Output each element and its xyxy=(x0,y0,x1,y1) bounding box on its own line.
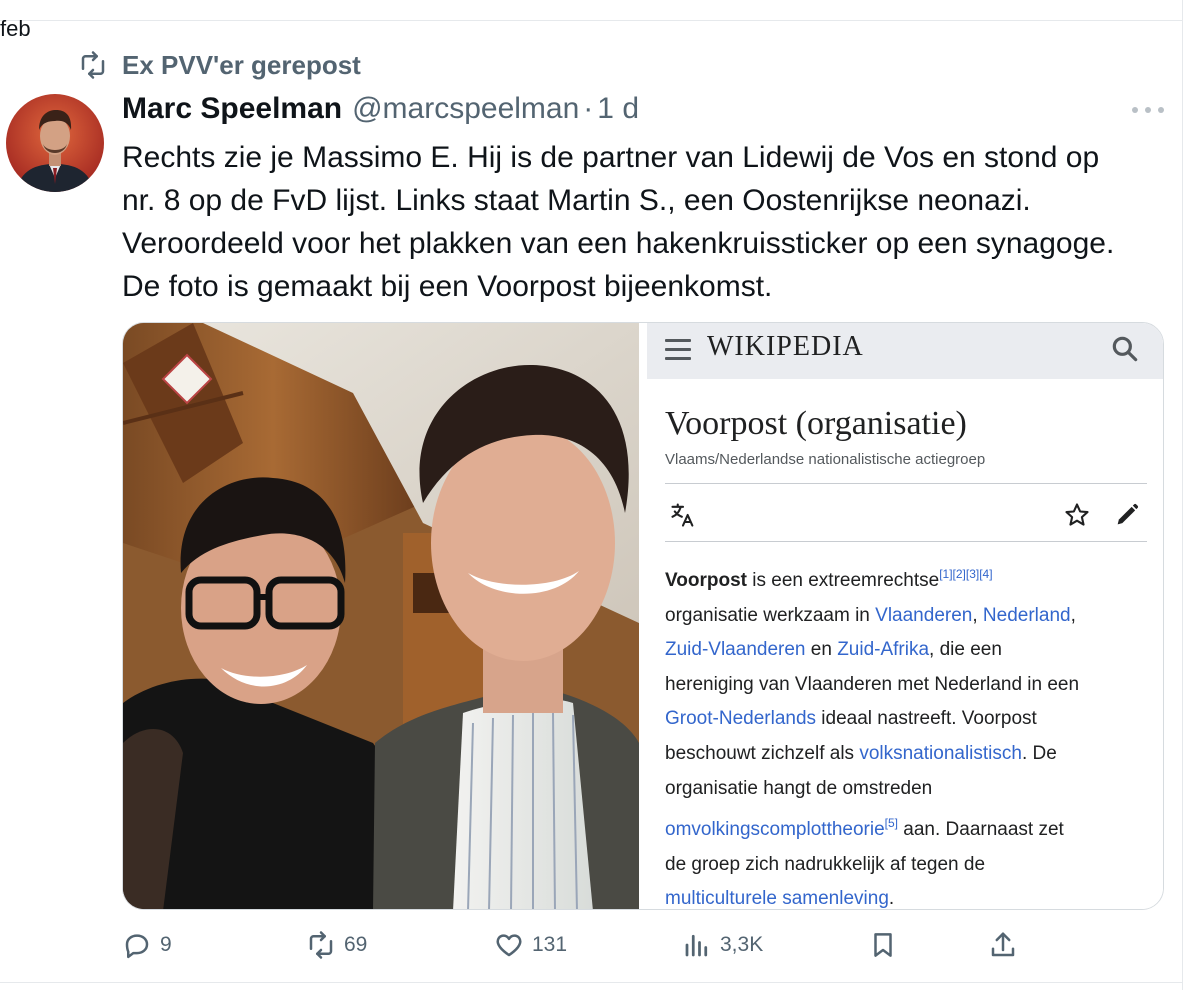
wiki-link: volksnationalistisch xyxy=(859,742,1022,764)
bottom-divider xyxy=(0,982,1182,983)
tweet-header: Marc Speelman @marcspeelman · 1 d xyxy=(122,88,639,130)
wiki-text: de groep zich nadrukkelijk af tegen de xyxy=(665,853,986,875)
reply-count: 9 xyxy=(160,933,172,956)
repost-icon xyxy=(81,51,105,79)
wiki-divider xyxy=(665,541,1147,542)
repost-label: Ex PVV'er gerepost xyxy=(122,49,361,80)
wiki-text: aan. Daarnaast zet xyxy=(898,819,1064,841)
view-count: 3,3K xyxy=(720,933,764,956)
bookmark-button[interactable] xyxy=(868,926,906,964)
wiki-text: . xyxy=(888,888,895,910)
bookmark-icon xyxy=(874,933,892,957)
wikipedia-screenshot: WIKIPEDIA Voorpost (organisatie) Vlaams/… xyxy=(647,323,1163,910)
wiki-article-paragraph: Voorpost is een extreemrechtse[1][2][3][… xyxy=(665,557,1155,910)
wiki-text: , xyxy=(1070,604,1076,626)
repost-icon xyxy=(309,931,333,959)
wiki-link: multiculturele samenleving xyxy=(665,888,889,910)
separator-dot: · xyxy=(583,92,594,125)
star-icon xyxy=(1065,503,1089,526)
like-count: 131 xyxy=(532,933,568,956)
tweet-text-line: De foto is gemaakt bij een Voorpost bije… xyxy=(122,270,773,303)
wiki-link: Zuid-Afrika xyxy=(837,639,930,661)
like-button[interactable]: 131 xyxy=(494,926,567,964)
reply-button[interactable]: 9 xyxy=(122,926,172,964)
wikipedia-logo: WIKIPEDIA xyxy=(707,331,864,362)
tweet-text: Rechts zie je Massimo E. Hij is de partn… xyxy=(122,136,1172,308)
more-options-icon[interactable] xyxy=(1132,100,1164,120)
wiki-link: Vlaanderen xyxy=(875,604,973,626)
repost-count: 69 xyxy=(344,933,368,956)
wiki-toolbar xyxy=(665,499,1147,531)
wiki-link: omvolkingscomplottheorie xyxy=(665,819,885,841)
top-divider xyxy=(0,20,1182,21)
wiki-link: Zuid-Vlaanderen xyxy=(665,639,806,661)
wiki-text: organisatie hangt de omstreden xyxy=(665,777,933,799)
wiki-term: Voorpost xyxy=(665,570,747,591)
repost-indicator[interactable]: Ex PVV'er gerepost xyxy=(78,48,361,82)
wiki-text: beschouwt zichzelf als xyxy=(665,742,860,764)
wiki-text: organisatie werkzaam in xyxy=(665,604,876,626)
wiki-link: Groot-Nederlands xyxy=(665,708,817,730)
wiki-refs: [1][2][3][4] xyxy=(939,567,993,581)
share-button[interactable] xyxy=(988,926,1026,964)
hamburger-menu-icon xyxy=(665,339,691,361)
tweet-action-bar: 9 69 131 3,3K xyxy=(122,926,1042,964)
user-handle[interactable]: @marcspeelman xyxy=(352,92,579,126)
edit-pencil-icon xyxy=(1117,504,1138,525)
avatar-image xyxy=(6,94,104,192)
wiki-text: en xyxy=(805,639,838,661)
avatar[interactable] xyxy=(6,94,104,192)
language-icon xyxy=(671,503,694,527)
wiki-topbar: WIKIPEDIA xyxy=(647,323,1163,379)
wiki-article-subtitle: Vlaams/Nederlandse nationalistische acti… xyxy=(665,451,986,468)
reply-icon xyxy=(125,934,149,959)
wiki-text: , die een xyxy=(929,639,1002,661)
display-name[interactable]: Marc Speelman xyxy=(122,92,342,126)
wiki-text: is een extreemrechtse xyxy=(746,570,940,591)
media-photo xyxy=(123,323,639,909)
wiki-article-title: Voorpost (organisatie) xyxy=(665,405,967,442)
timestamp[interactable]: 1 d xyxy=(597,92,639,126)
wiki-divider xyxy=(665,483,1147,484)
repost-button[interactable]: 69 xyxy=(306,926,367,964)
wiki-link: Nederland xyxy=(982,604,1071,626)
tweet-text-line: Rechts zie je Massimo E. Hij is de partn… xyxy=(122,141,1100,174)
tweet-text-line: Veroordeeld voor het plakken van een hak… xyxy=(122,227,1115,260)
heart-icon xyxy=(496,934,522,957)
wiki-text: ideaal nastreeft. Voorpost xyxy=(816,708,1037,730)
previous-post-fragment: feb xyxy=(0,16,31,41)
wiki-text: , xyxy=(972,604,983,626)
wiki-text: hereniging van Vlaanderen met Nederland … xyxy=(665,673,1080,695)
wiki-text: . De xyxy=(1021,742,1057,764)
tweet-text-line: nr. 8 op de FvD lijst. Links staat Marti… xyxy=(122,184,1031,217)
views-button[interactable]: 3,3K xyxy=(682,926,763,964)
analytics-icon xyxy=(685,934,708,957)
right-divider xyxy=(1182,0,1183,990)
share-icon xyxy=(991,932,1015,957)
wiki-refs: [5] xyxy=(884,816,899,831)
search-icon xyxy=(1112,336,1138,362)
tweet-media[interactable]: WIKIPEDIA Voorpost (organisatie) Vlaams/… xyxy=(122,322,1164,910)
